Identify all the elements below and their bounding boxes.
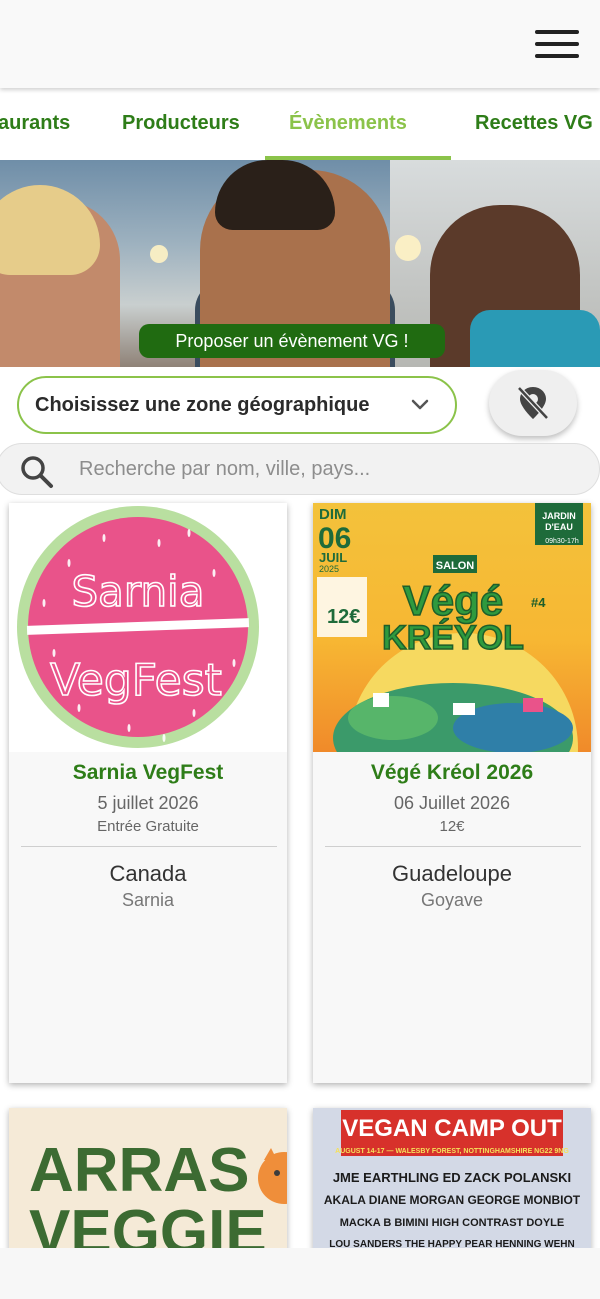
hamburger-menu-icon[interactable] [532,24,582,64]
poster-name2: KRÉYOL [382,619,524,657]
event-country: Canada [109,861,187,886]
event-card-vege-kreol[interactable]: DIM 06 JUIL 2025 12€ JARDIN D'EAU 09h30-… [313,503,591,1083]
poster-lineup-row1: JME EARTHLING ED ZACK POLANSKI [333,1170,571,1185]
poster-year: 2025 [319,564,339,574]
event-city: Goyave [420,890,484,910]
zone-select[interactable]: Choisissez une zone géographique [17,376,457,434]
poster-salon: SALON [436,560,475,572]
event-price: 12€ [439,818,465,835]
tab-producteurs[interactable]: Producteurs [122,112,240,135]
poster-title: VEGAN CAMP OUT [342,1115,562,1142]
poster-hours: 09h30-17h [545,538,579,545]
tab-restaurants[interactable]: aurants [0,112,70,135]
event-title: Végé Kréol 2026 [370,761,534,784]
poster-venue2: D'EAU [545,522,573,532]
chevron-down-icon [411,399,429,410]
event-poster-image: DIM 06 JUIL 2025 12€ JARDIN D'EAU 09h30-… [313,503,591,863]
poster-month: JUIL [319,550,347,565]
poster-name1: Végé [403,577,503,624]
poster-line1: ARRAS [29,1136,249,1205]
poster-venue1: JARDIN [542,511,576,521]
event-date: 5 juillet 2026 [97,793,199,813]
search-bar [0,443,600,495]
event-city: Sarnia [121,890,175,910]
event-poster-image: Sarnia VegFest [9,503,287,752]
card-divider [21,846,277,847]
event-country: Guadeloupe [392,861,512,886]
poster-line2: VegFest [50,655,222,706]
poster-lineup-row2: AKALA DIANE MORGAN GEORGE MONBIOT [324,1193,581,1207]
poster-edition: #4 [531,595,546,610]
event-card-sarnia-vegfest[interactable]: Sarnia VegFest Sarnia VegFest 5 juillet … [9,503,287,1083]
tab-evenements[interactable]: Évènements [289,112,407,135]
event-price: Entrée Gratuite [97,818,199,835]
location-off-icon [517,386,549,420]
search-input[interactable] [79,450,579,488]
category-tabs: aurants Producteurs Évènements Recettes … [0,90,600,160]
poster-line1: Sarnia [72,567,205,616]
propose-event-button[interactable]: Proposer un évènement VG ! [139,324,445,358]
zone-select-label: Choisissez une zone géographique [35,394,370,416]
poster-day: DIM [319,506,347,523]
bottom-bar [0,1248,600,1299]
tab-recettes-vg[interactable]: Recettes VG [475,112,593,135]
poster-lineup-row3: MACKA B BIMINI HIGH CONTRAST DOYLE [340,1217,564,1229]
top-header [0,0,600,88]
poster-subtitle: AUGUST 14-17 — WALESBY FOREST, NOTTINGHA… [335,1148,569,1155]
event-title: Sarnia VegFest [72,761,224,784]
event-date: 06 Juillet 2026 [393,793,511,813]
poster-entry-price: 12€ [327,606,360,628]
card-divider [325,846,581,847]
search-icon [21,456,53,488]
location-toggle-button[interactable] [489,370,577,436]
